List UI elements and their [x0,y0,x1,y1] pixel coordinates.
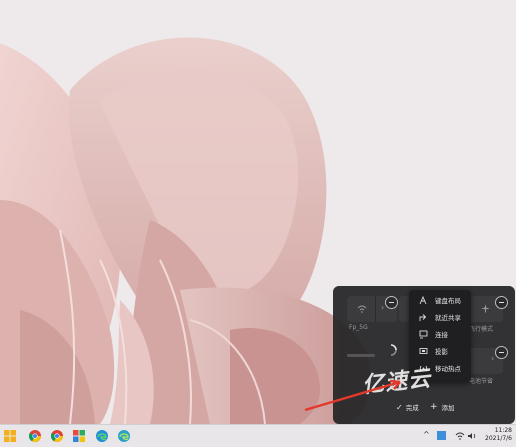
menu-item-connect[interactable]: 连接 [409,326,471,342]
taskbar: ^ 11:28 2021/7/6 [0,424,516,447]
menu-item-keyboard-layout[interactable]: 键盘布局 [409,292,471,308]
add-label: 添加 [441,404,455,412]
done-label: 完成 [405,404,419,412]
menu-item-label: 键盘布局 [435,297,461,305]
menu-item-label: 投影 [435,348,448,356]
menu-item-label: 连接 [435,331,448,339]
menu-item-nearby-share[interactable]: 就近共享 [409,309,471,325]
airplane-icon [481,304,490,313]
edge-icon[interactable] [95,429,109,443]
cast-connect-icon [417,330,429,339]
menu-item-project[interactable]: 投影 [409,343,471,359]
chevron-up-icon[interactable]: ^ [423,430,430,439]
loading-spinner-icon [390,344,397,356]
annotation-arrow-icon [304,379,401,412]
taskbar-clock[interactable]: 11:28 2021/7/6 [485,427,512,443]
add-button[interactable]: + 添加 [430,402,455,412]
chrome-icon[interactable] [50,429,64,443]
clock-date: 2021/7/6 [485,435,512,442]
nearby-share-icon [417,313,429,322]
chevron-right-icon[interactable]: › [381,303,384,312]
brightness-slider-track[interactable] [347,354,375,357]
unpin-battery-saver-icon[interactable] [495,346,508,359]
chrome-icon[interactable] [28,429,42,443]
menu-item-label: 移动热点 [435,365,461,373]
done-button[interactable]: ✓ 完成 [396,402,419,413]
unpin-wifi-icon[interactable] [385,296,398,309]
wifi-icon [357,305,367,313]
airplane-mode-label: 飞行模式 [469,326,494,333]
start-icon[interactable] [3,429,17,443]
tray-app-icon[interactable] [437,431,446,440]
clock-time: 11:28 [494,427,512,434]
unpin-airplane-icon[interactable] [495,296,508,309]
wifi-tile-label: Fp_5G [349,324,368,331]
edge-icon[interactable] [117,429,131,443]
volume-icon[interactable] [467,432,477,440]
chevron-right-icon[interactable]: › [491,354,494,363]
battery-saver-label: 电池节省 [469,378,494,385]
plus-icon: + [430,402,438,412]
wifi-icon[interactable] [455,432,465,440]
menu-item-label: 就近共享 [435,314,461,322]
checkmark-icon: ✓ [396,402,403,412]
keyboard-layout-icon [417,295,429,305]
store-icon[interactable] [72,429,86,443]
project-icon [417,347,429,356]
